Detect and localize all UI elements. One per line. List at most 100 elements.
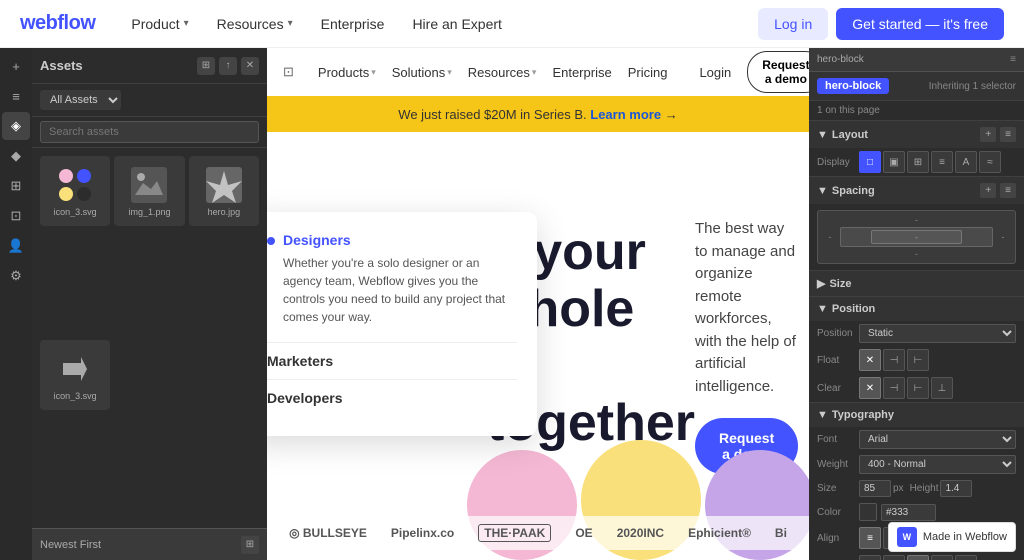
rp-color-input[interactable] [881, 504, 936, 521]
rp-spacing-menu-btn[interactable]: ≡ [1000, 183, 1016, 198]
inner-nav-enterprise[interactable]: Enterprise [552, 65, 611, 80]
inner-site: ⊡ Products ▾ Solutions ▾ Resources ▾ Ent… [267, 48, 809, 560]
nav-item-hire[interactable]: Hire an Expert [400, 10, 513, 38]
clear-left-btn[interactable]: ⊣ [883, 377, 905, 399]
assets-filter-row: All Assets [32, 84, 267, 117]
chevron-icon: ▾ [447, 67, 452, 78]
display-none-icon[interactable]: ≈ [979, 151, 1001, 173]
assets-search-area [32, 117, 267, 148]
banner-link[interactable]: Learn more [590, 107, 661, 122]
display-inline-icon[interactable]: ≡ [931, 151, 953, 173]
rp-element-header: hero-block ≡ [809, 48, 1024, 72]
toolbar-icon-users[interactable]: 👤 [2, 232, 30, 260]
rp-spacing-header[interactable]: ▼ Spacing + ≡ [809, 177, 1024, 204]
inner-nav-products[interactable]: Products ▾ [318, 65, 376, 80]
dropdown-item-marketers[interactable]: Marketers [267, 342, 517, 379]
rp-font-size-input[interactable] [859, 480, 891, 497]
rp-position-select[interactable]: Static [859, 324, 1016, 343]
rp-line-height-input[interactable] [940, 480, 972, 497]
float-left-btn[interactable]: ⊣ [883, 349, 905, 371]
asset-preview [204, 165, 244, 205]
rp-float-options: ✕ ⊣ ⊢ [859, 349, 929, 371]
toolbar-icon-plus[interactable]: + [2, 52, 30, 80]
nav-item-resources[interactable]: Resources ▾ [205, 10, 305, 38]
assets-close-btn[interactable]: ✕ [241, 57, 259, 75]
rp-layout-menu-btn[interactable]: ≡ [1000, 127, 1016, 142]
style-bold-btn[interactable]: B [883, 555, 905, 560]
align-left-btn[interactable]: ≡ [859, 527, 881, 549]
rp-selector-tag: hero-block [817, 78, 889, 94]
float-right-btn[interactable]: ⊢ [907, 349, 929, 371]
toolbar-icon-layers[interactable]: ≡ [2, 82, 30, 110]
clear-none-btn[interactable]: ✕ [859, 377, 881, 399]
rp-spacing-visual: - - - - - [809, 204, 1024, 270]
inner-nav-pricing[interactable]: Pricing [628, 65, 668, 80]
dropdown-item-designers[interactable]: Designers Whether you're a solo designer… [267, 232, 517, 326]
hero-right-content: The best way to manage and organize remo… [695, 218, 809, 474]
rp-position-control: Static [859, 324, 1016, 343]
rp-float-label: Float [817, 355, 855, 366]
rp-text-color-swatch[interactable] [859, 503, 877, 521]
display-inline-block-icon[interactable]: A [955, 151, 977, 173]
clear-right-btn[interactable]: ⊢ [907, 377, 929, 399]
rp-layout-action-btn[interactable]: + [980, 127, 996, 142]
brand-pipelinx: Pipelinx.co [391, 526, 454, 540]
list-item[interactable]: img_1.png [114, 156, 184, 226]
webflow-logo: webflow [20, 12, 95, 35]
assets-filter-dropdown[interactable]: All Assets [40, 90, 121, 110]
toolbar-icon-ecom[interactable]: ⊡ [2, 202, 30, 230]
rp-color-label: Color [817, 507, 855, 518]
display-flex-icon[interactable]: ▣ [883, 151, 905, 173]
login-button[interactable]: Log in [758, 8, 828, 40]
assets-panel-title: Assets [40, 58, 83, 73]
clear-both-btn[interactable]: ⊥ [931, 377, 953, 399]
assets-panel-header: Assets ⊞ ↑ ✕ [32, 48, 267, 84]
rp-size-header[interactable]: ▶ Size [809, 271, 1024, 296]
assets-action-upload[interactable]: ↑ [219, 57, 237, 75]
rp-on-page: 1 on this page [809, 101, 1024, 121]
rp-position-header[interactable]: ▼ Position [809, 297, 1024, 321]
rp-layout-header[interactable]: ▼ Layout + ≡ [809, 121, 1024, 148]
rp-float-row: Float ✕ ⊣ ⊢ [809, 346, 1024, 374]
style-italic-btn[interactable]: I [859, 555, 881, 560]
nav-item-enterprise[interactable]: Enterprise [309, 10, 397, 38]
style-caps-btn[interactable]: T̂ [955, 555, 977, 560]
dropdown-item-title: Designers [283, 232, 517, 248]
asset-preview [55, 349, 95, 389]
assets-footer-grid-btn[interactable]: ⊞ [241, 536, 259, 554]
nav-item-product[interactable]: Product ▾ [119, 10, 200, 38]
list-item[interactable]: icon_3.svg [40, 340, 110, 410]
rp-spacing-action-btn[interactable]: + [980, 183, 996, 198]
assets-action-grid[interactable]: ⊞ [197, 57, 215, 75]
toolbar-icon-assets[interactable]: ◈ [2, 112, 30, 140]
rp-typography-header[interactable]: ▼ Typography [809, 403, 1024, 427]
spacing-right-label: - [995, 232, 1011, 242]
brand-ephicient: Ephicient® [688, 526, 751, 540]
rp-size-section: ▶ Size [809, 271, 1024, 297]
toolbar-icon-cms[interactable]: ⊞ [2, 172, 30, 200]
style-underline-btn[interactable]: T [931, 555, 953, 560]
inner-nav-login[interactable]: Login [699, 65, 731, 80]
style-strike-btn[interactable]: ✕ [907, 555, 929, 560]
display-block-icon[interactable]: □ [859, 151, 881, 173]
search-input[interactable] [40, 121, 259, 143]
get-started-button[interactable]: Get started — it's free [836, 8, 1004, 40]
inner-nav-solutions[interactable]: Solutions ▾ [392, 65, 452, 80]
display-grid-icon[interactable]: ⊞ [907, 151, 929, 173]
list-item[interactable]: icon_3.svg [40, 156, 110, 226]
rp-size-unit: px [893, 483, 904, 494]
active-dot [267, 237, 275, 245]
rp-layout-section: ▼ Layout + ≡ Display □ ▣ ⊞ ≡ A ≈ [809, 121, 1024, 177]
list-item[interactable]: hero.jpg [189, 156, 259, 226]
request-demo-button[interactable]: Request a demo [747, 51, 809, 93]
dropdown-item-developers[interactable]: Developers [267, 379, 517, 416]
float-none-btn[interactable]: ✕ [859, 349, 881, 371]
rp-font-select[interactable]: Arial [859, 430, 1016, 449]
canvas-area: ⊡ Products ▾ Solutions ▾ Resources ▾ Ent… [267, 48, 809, 560]
rp-panel-menu[interactable]: ≡ [1010, 54, 1016, 65]
rp-weight-select[interactable]: 400 - Normal [859, 455, 1016, 474]
inner-nav-resources[interactable]: Resources ▾ [468, 65, 537, 80]
rp-clear-options: ✕ ⊣ ⊢ ⊥ [859, 377, 953, 399]
toolbar-icon-integrations[interactable]: ⚙ [2, 262, 30, 290]
toolbar-icon-symbols[interactable]: ◆ [2, 142, 30, 170]
